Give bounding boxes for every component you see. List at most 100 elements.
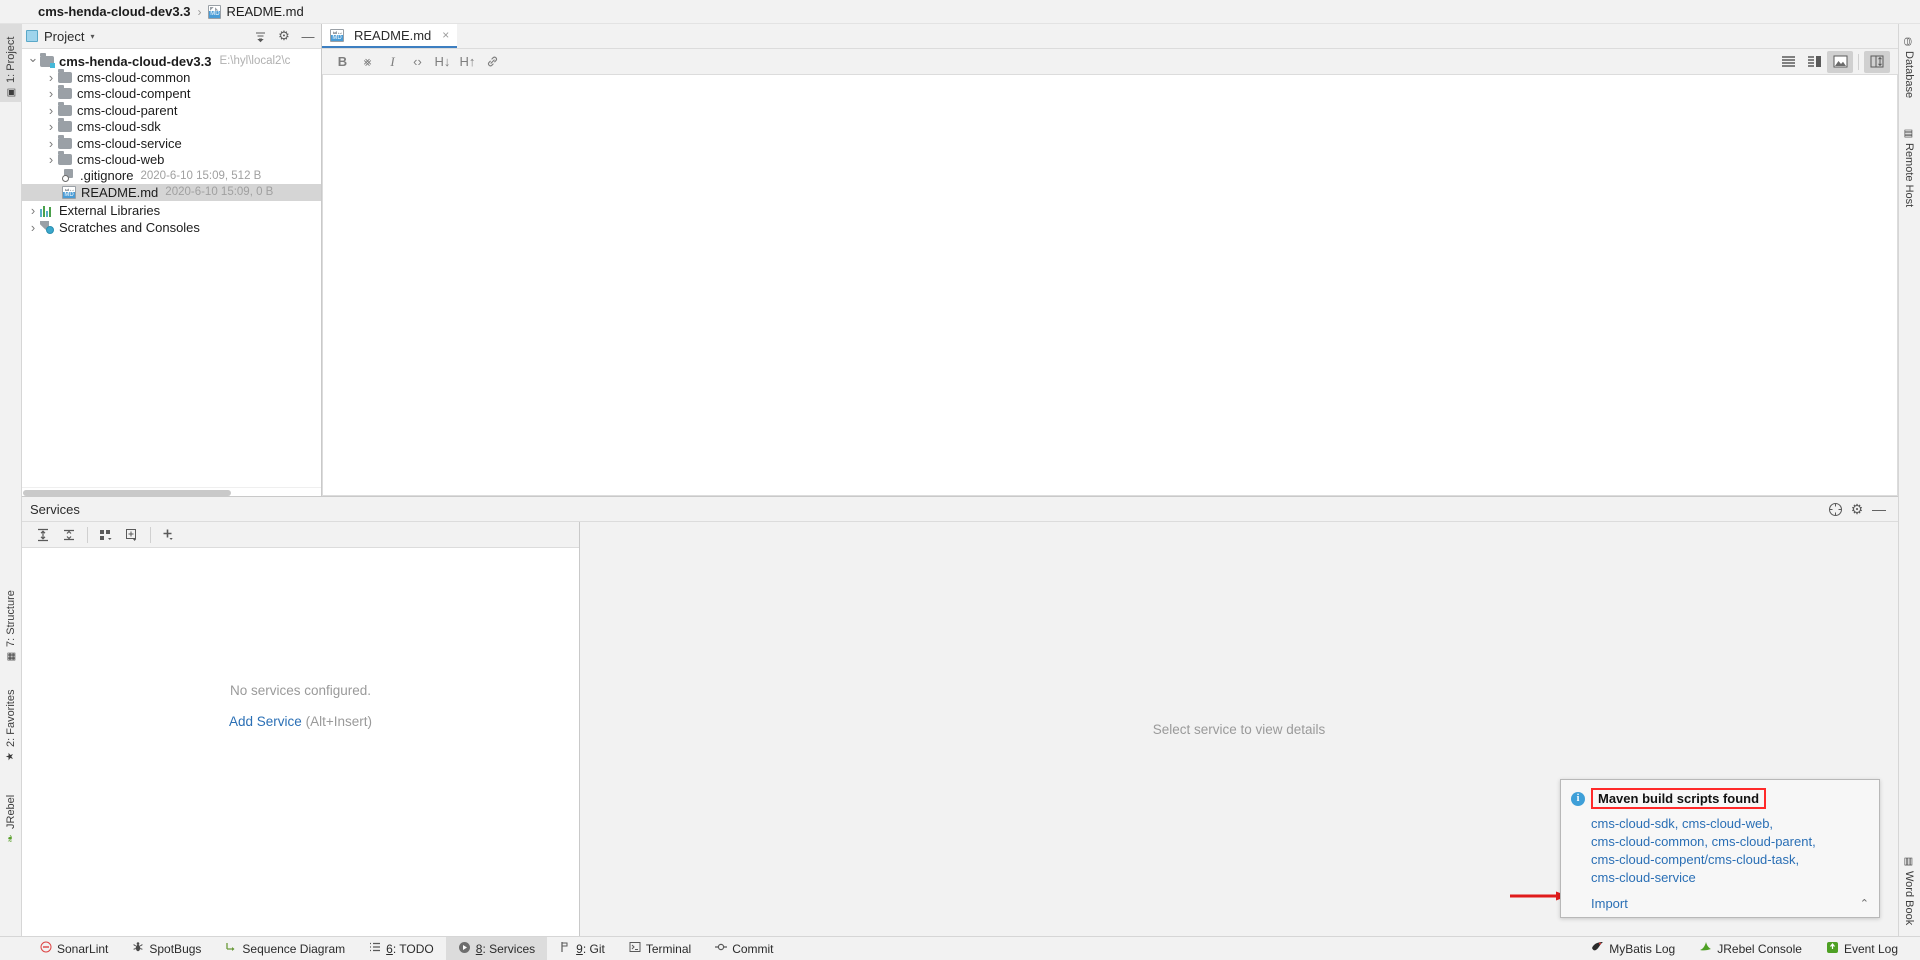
chevron-right-icon[interactable] [44,119,58,134]
import-link[interactable]: Import [1591,896,1628,911]
gitignore-icon [62,169,75,183]
todo-icon [369,941,381,956]
chevron-right-icon[interactable] [44,70,58,85]
sidebar-item-label: 7: Structure [5,590,17,647]
settings-gear-icon[interactable]: ⚙ [1846,499,1868,519]
tree-row-module-root[interactable]: cms-henda-cloud-dev3.3 E:\hyl\local2\c [22,52,321,69]
markdown-preview-canvas[interactable] [322,75,1898,496]
sidebar-item-structure[interactable]: ▦ 7: Structure [0,574,22,666]
status-item-label: 9: Git [576,941,605,956]
status-item-label: JRebel Console [1717,941,1802,956]
status-item-commit[interactable]: Commit [703,937,785,960]
close-icon[interactable]: × [442,28,449,42]
project-pane-header: Project ▾ ⚙ — [22,24,321,49]
settings-gear-icon[interactable]: ⚙ [275,27,293,45]
hide-panel-icon[interactable]: — [299,27,317,45]
chevron-up-icon[interactable]: ⌃ [1860,897,1869,910]
project-tool-window: Project ▾ ⚙ — cms-henda-cloud-dev3.3 E:\… [22,24,322,496]
services-empty-list[interactable]: No services configured. Add Service (Alt… [22,548,579,936]
tree-row-cms-cloud-compent[interactable]: cms-cloud-compent [22,85,321,102]
add-service-link[interactable]: Add Service [229,714,302,729]
tree-row-cms-cloud-sdk[interactable]: cms-cloud-sdk [22,118,321,135]
status-item-spotbugs[interactable]: SpotBugs [120,937,213,960]
show-preview-only-button[interactable] [1827,50,1853,73]
add-service-icon[interactable] [156,524,182,546]
collapse-all-icon[interactable] [56,524,82,546]
sidebar-item-remote-host[interactable]: ▥ Remote Host [1898,124,1920,228]
tree-row-cms-cloud-web[interactable]: cms-cloud-web [22,151,321,167]
chevron-down-icon[interactable]: ▾ [90,32,94,41]
heading-up-button[interactable]: H↑ [455,51,480,73]
heading-down-button[interactable]: H↓ [430,51,455,73]
sidebar-item-favorites[interactable]: ★ 2: Favorites [0,674,22,766]
status-item-mybatis-log[interactable]: MyBatis Log [1579,937,1687,960]
expand-all-icon[interactable] [30,524,56,546]
project-icon: ▣ [5,87,17,98]
notification-line: cms-cloud-common, cms-cloud-parent, [1591,834,1816,849]
tree-row-gitignore[interactable]: .gitignore 2020-6-10 15:09, 512 B [22,168,321,184]
project-tree-horizontal-scrollbar[interactable] [22,487,321,496]
status-item-label: MyBatis Log [1609,941,1676,956]
tree-row-cms-cloud-common[interactable]: cms-cloud-common [22,69,321,85]
folder-icon [58,118,72,133]
add-configuration-icon[interactable] [119,524,145,546]
bold-button[interactable]: B [330,51,355,73]
project-pane-title[interactable]: Project [44,29,84,44]
chevron-right-icon[interactable] [44,136,58,151]
status-item-sequence-diagram[interactable]: Sequence Diagram [213,937,357,960]
strikethrough-button[interactable]: ⨳ [355,51,380,73]
show-editor-only-button[interactable] [1775,51,1801,73]
status-item-todo[interactable]: 6: TODO [357,937,446,960]
status-item-terminal[interactable]: Terminal [617,937,703,960]
status-item-jrebel-console[interactable]: JRebel Console [1687,937,1814,960]
git-icon [559,941,571,956]
tree-row-scratches-and-consoles[interactable]: Scratches and Consoles [22,219,321,235]
tree-row-cms-cloud-parent[interactable]: cms-cloud-parent [22,101,321,118]
chevron-right-icon[interactable] [26,203,40,218]
group-by-icon[interactable] [93,524,119,546]
collapse-all-icon[interactable] [251,27,269,45]
sidebar-item-word-book[interactable]: ▤ Word Book [1898,852,1920,940]
tree-item-meta: 2020-6-10 15:09, 0 B [165,186,274,199]
services-list-pane: No services configured. Add Service (Alt… [22,522,580,936]
libraries-icon [40,205,54,217]
status-item-event-log[interactable]: Event Log [1814,937,1910,960]
notification-footer: Import ⌃ [1591,896,1869,911]
database-icon: ⛁ [1903,37,1915,46]
sidebar-item-jrebel[interactable]: ❧ JRebel [0,774,22,848]
hide-panel-icon[interactable]: — [1868,499,1890,519]
show-editor-and-preview-button[interactable] [1801,51,1827,73]
project-tree[interactable]: cms-henda-cloud-dev3.3 E:\hyl\local2\c c… [22,49,321,487]
help-icon[interactable] [1824,499,1846,519]
tree-row-cms-cloud-service[interactable]: cms-cloud-service [22,134,321,151]
italic-button[interactable]: I [380,51,405,73]
sidebar-item-label: Database [1903,51,1915,99]
chevron-right-icon[interactable] [44,103,58,118]
add-service-row: Add Service (Alt+Insert) [229,714,372,729]
tree-row-external-libraries[interactable]: External Libraries [22,203,321,219]
status-item-label: Sequence Diagram [242,941,346,956]
chevron-down-icon[interactable] [26,53,40,69]
code-button[interactable]: ‹› [405,51,430,73]
notification-title-row: i Maven build scripts found [1571,788,1869,809]
services-detail-placeholder: Select service to view details [1152,721,1326,737]
status-item-sonarlint[interactable]: SonarLint [28,937,120,960]
tab-label: README.md [354,27,432,43]
services-toolbar [22,522,579,548]
tree-item-label: cms-cloud-common [77,70,191,86]
chevron-right-icon[interactable] [44,86,58,101]
tab-readme-md[interactable]: README.md × [322,24,458,48]
status-item-services[interactable]: 8: Services [445,936,548,960]
sidebar-item-project[interactable]: ▣ 1: Project [0,24,22,102]
status-item-git[interactable]: 9: Git [547,937,617,960]
tree-row-readme[interactable]: README.md 2020-6-10 15:09, 0 B [22,184,321,201]
breadcrumb-project[interactable]: cms-henda-cloud-dev3.3 [38,4,190,19]
chevron-right-icon[interactable] [44,152,58,167]
chevron-right-icon[interactable] [26,220,40,235]
event-log-icon [1826,941,1839,957]
status-item-label: 6: TODO [386,941,434,956]
link-button[interactable] [480,51,505,73]
toggle-split-layout-button[interactable] [1864,50,1890,73]
breadcrumb-file[interactable]: README.md [226,4,303,19]
sidebar-item-database[interactable]: ⛁ Database [1898,32,1920,110]
